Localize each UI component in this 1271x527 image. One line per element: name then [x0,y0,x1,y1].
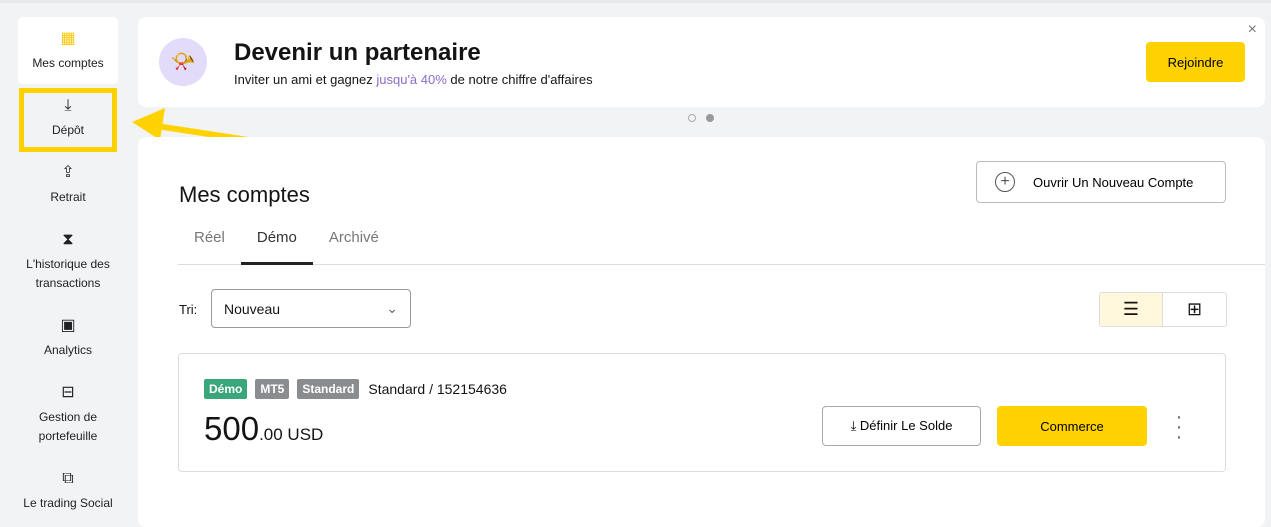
page-title: Mes comptes [179,182,310,207]
sort-label: Tri: [179,302,198,317]
sidebar-item-retrait[interactable]: ⇪ Retrait [18,151,118,218]
withdraw-icon: ⇪ [61,164,75,181]
button-label: Ouvrir Un Nouveau Compte [1033,174,1194,190]
account-tabs: Réel Démo Archivé [178,229,1265,265]
plus-icon: + [995,172,1015,192]
sort-value: Nouveau [224,300,281,317]
grid-view-icon[interactable]: ⊞ [1163,293,1226,326]
sidebar-item-social[interactable]: ⧉ Le trading Social [18,457,118,524]
download-icon: ⤓ [850,418,860,433]
sub-text: Inviter un ami et gagnez [234,72,377,87]
sidebar-label: Gestion de portefeuille [38,410,98,443]
carousel-dot[interactable] [688,114,696,122]
sidebar-label: Retrait [50,190,86,204]
sidebar-item-historique[interactable]: ⧗ L'historique des transactions [18,218,118,304]
sort-select[interactable]: Nouveau ⌄ [211,289,411,328]
sidebar-item-analytics[interactable]: ▣ Analytics [18,304,118,371]
sidebar-item-mes-comptes[interactable]: ▦ Mes comptes [18,17,118,84]
copy-icon: ⧉ [62,470,74,487]
trade-button[interactable]: Commerce [997,406,1147,446]
sub-text: de notre chiffre d'affaires [446,72,593,87]
analytics-icon: ▣ [60,317,76,334]
sidebar-label: L'historique des transactions [26,257,110,290]
account-card: Démo MT5 Standard Standard / 152154636 5… [178,353,1226,472]
join-button[interactable]: Rejoindre [1146,42,1245,82]
balance: 500.00 USD [204,410,323,448]
platform-badge: MT5 [255,379,290,399]
banner-title: Devenir un partenaire [234,39,481,66]
sidebar-label: Le trading Social [23,496,113,510]
briefcase-icon: ⊟ [61,384,75,401]
tab-reel[interactable]: Réel [178,229,241,265]
more-options-icon[interactable]: · · · [1174,407,1184,447]
sidebar-label: Mes comptes [32,56,104,70]
balance-int: 500 [204,410,260,447]
accounts-panel: Mes comptes + Ouvrir Un Nouveau Compte Ré… [138,137,1265,527]
list-view-icon[interactable]: ☰ [1100,293,1163,326]
highlight-box [19,88,117,152]
tab-demo[interactable]: Démo [240,229,313,265]
carousel-dots [688,114,714,122]
top-divider [0,0,1271,3]
set-balance-button[interactable]: ⤓ Définir Le Solde [822,406,981,446]
sidebar-label: Analytics [43,343,93,357]
partner-banner: 📯 Devenir un partenaire Inviter un ami e… [138,17,1265,107]
carousel-dot[interactable] [706,114,714,122]
hourglass-icon: ⧗ [62,231,74,248]
type-badge: Standard [297,379,360,399]
sub-highlight: jusqu'à 40% [376,72,447,87]
chevron-down-icon: ⌄ [386,300,398,316]
close-icon[interactable]: × [1248,21,1257,39]
banner-subtitle: Inviter un ami et gagnez jusqu'à 40% de … [234,72,593,87]
sidebar-item-gestion[interactable]: ⊟ Gestion de portefeuille [18,371,118,457]
demo-badge: Démo [204,379,248,399]
tab-archive[interactable]: Archivé [313,229,395,265]
account-badges: Démo MT5 Standard Standard / 152154636 [204,379,507,399]
balance-dec: .00 USD [259,425,324,444]
open-new-account-button[interactable]: + Ouvrir Un Nouveau Compte [976,161,1226,203]
account-name: Standard / 152154636 [368,381,507,397]
view-toggle: ☰ ⊞ [1099,292,1227,327]
horn-icon: 📯 [159,38,207,86]
button-label: Définir Le Solde [859,418,953,433]
accounts-grid-icon: ▦ [60,30,76,47]
